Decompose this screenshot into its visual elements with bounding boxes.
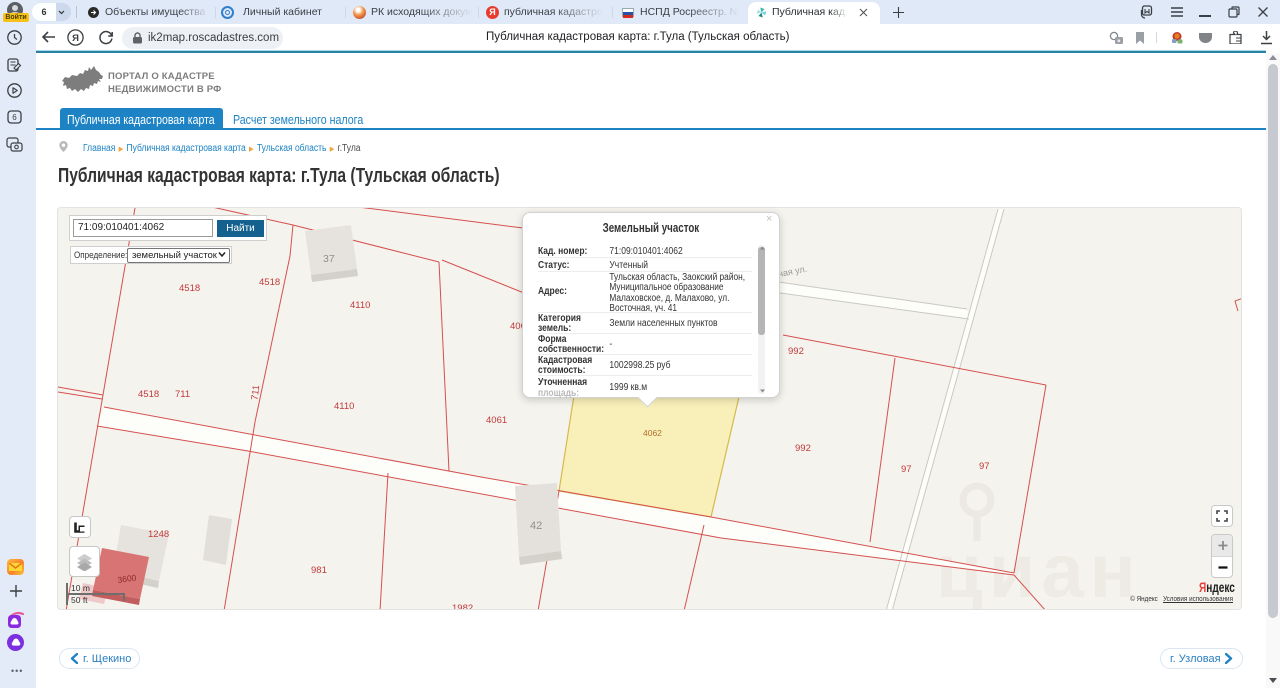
svg-text:1248: 1248 xyxy=(148,529,169,540)
svg-text:4518: 4518 xyxy=(179,283,200,294)
svg-text:992: 992 xyxy=(795,443,811,454)
svg-text:97: 97 xyxy=(979,461,990,472)
svg-text:42: 42 xyxy=(530,520,542,532)
svg-text:4110: 4110 xyxy=(350,300,370,311)
svg-text:4518: 4518 xyxy=(259,277,280,288)
svg-text:711: 711 xyxy=(250,384,263,400)
svg-text:Я: Я xyxy=(72,33,79,44)
svg-text:711: 711 xyxy=(175,389,190,400)
svg-text:1982: 1982 xyxy=(452,603,473,610)
svg-text:97: 97 xyxy=(901,464,912,475)
svg-text:992: 992 xyxy=(788,346,804,357)
svg-text:6: 6 xyxy=(12,113,17,122)
svg-text:4518: 4518 xyxy=(138,389,159,400)
svg-text:4061: 4061 xyxy=(486,415,507,426)
svg-text:37: 37 xyxy=(323,253,335,265)
svg-text:4062: 4062 xyxy=(643,428,662,438)
svg-text:4110: 4110 xyxy=(334,401,354,412)
svg-text:981: 981 xyxy=(311,565,327,576)
